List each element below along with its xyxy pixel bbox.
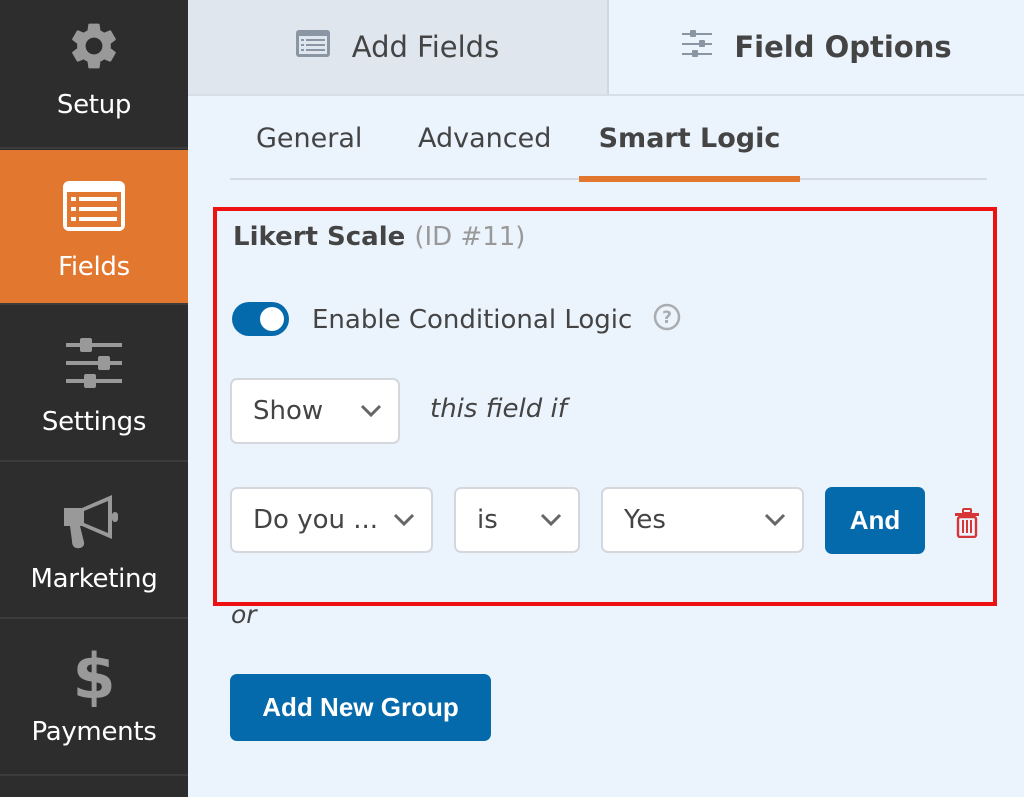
or-separator: or [231, 600, 257, 629]
field-options-subtabs: General Advanced Smart Logic [230, 96, 987, 182]
sidebar-item-label: Fields [58, 252, 130, 282]
sidebar-item-label: Setup [56, 90, 132, 120]
gear-icon [62, 14, 126, 78]
subtab-general[interactable]: General [256, 96, 362, 180]
select-value: Do you ... [253, 505, 379, 535]
form-list-icon [62, 174, 126, 238]
sidebar-item-marketing[interactable]: Marketing [0, 464, 188, 619]
and-button[interactable]: And [825, 487, 925, 554]
svg-text:?: ? [662, 308, 672, 328]
enable-conditional-logic-toggle[interactable] [232, 302, 289, 336]
toggle-knob [260, 307, 284, 331]
action-select[interactable]: Show [230, 378, 400, 444]
svg-text:$: $ [74, 643, 114, 707]
field-name: Likert Scale [233, 222, 406, 252]
subtab-advanced[interactable]: Advanced [418, 96, 551, 180]
megaphone-icon [62, 490, 126, 554]
sidebar: Setup Fields Settings Marketing $ Paymen… [0, 0, 188, 797]
chevron-down-icon [360, 404, 382, 418]
subtab-smart-logic[interactable]: Smart Logic [579, 96, 800, 182]
chevron-down-icon [540, 513, 562, 527]
form-list-icon [295, 30, 330, 64]
rule-value-select[interactable]: Yes [601, 487, 804, 553]
rule-operator-select[interactable]: is [454, 487, 580, 553]
sidebar-item-payments[interactable]: $ Payments [0, 621, 188, 776]
field-title: Likert Scale (ID #11) [233, 222, 525, 252]
select-value: Yes [624, 505, 666, 535]
sidebar-item-label: Payments [31, 717, 157, 747]
toggle-label: Enable Conditional Logic [312, 305, 633, 335]
sidebar-item-label: Settings [41, 407, 147, 437]
select-value: is [477, 505, 498, 535]
select-value: Show [253, 396, 324, 426]
sliders-icon [62, 331, 126, 395]
action-suffix-text: this field if [430, 394, 567, 424]
add-new-group-button[interactable]: Add New Group [230, 674, 491, 741]
dollar-icon: $ [62, 643, 126, 707]
chevron-down-icon [764, 513, 786, 527]
tab-field-options[interactable]: Field Options [610, 0, 1024, 94]
chevron-down-icon [393, 513, 415, 527]
question-circle-icon[interactable]: ? [653, 303, 681, 331]
tab-label: Add Fields [351, 30, 500, 64]
trash-icon[interactable] [954, 508, 980, 539]
sidebar-item-label: Marketing [30, 564, 158, 594]
rule-field-select[interactable]: Do you ... [230, 487, 433, 553]
sliders-icon [682, 29, 713, 65]
sidebar-item-fields[interactable]: Fields [0, 150, 188, 305]
sidebar-item-settings[interactable]: Settings [0, 307, 188, 462]
tab-label: Field Options [734, 30, 952, 64]
field-id: (ID #11) [414, 222, 526, 252]
tab-add-fields[interactable]: Add Fields [188, 0, 609, 94]
sidebar-item-setup[interactable]: Setup [0, 0, 188, 149]
